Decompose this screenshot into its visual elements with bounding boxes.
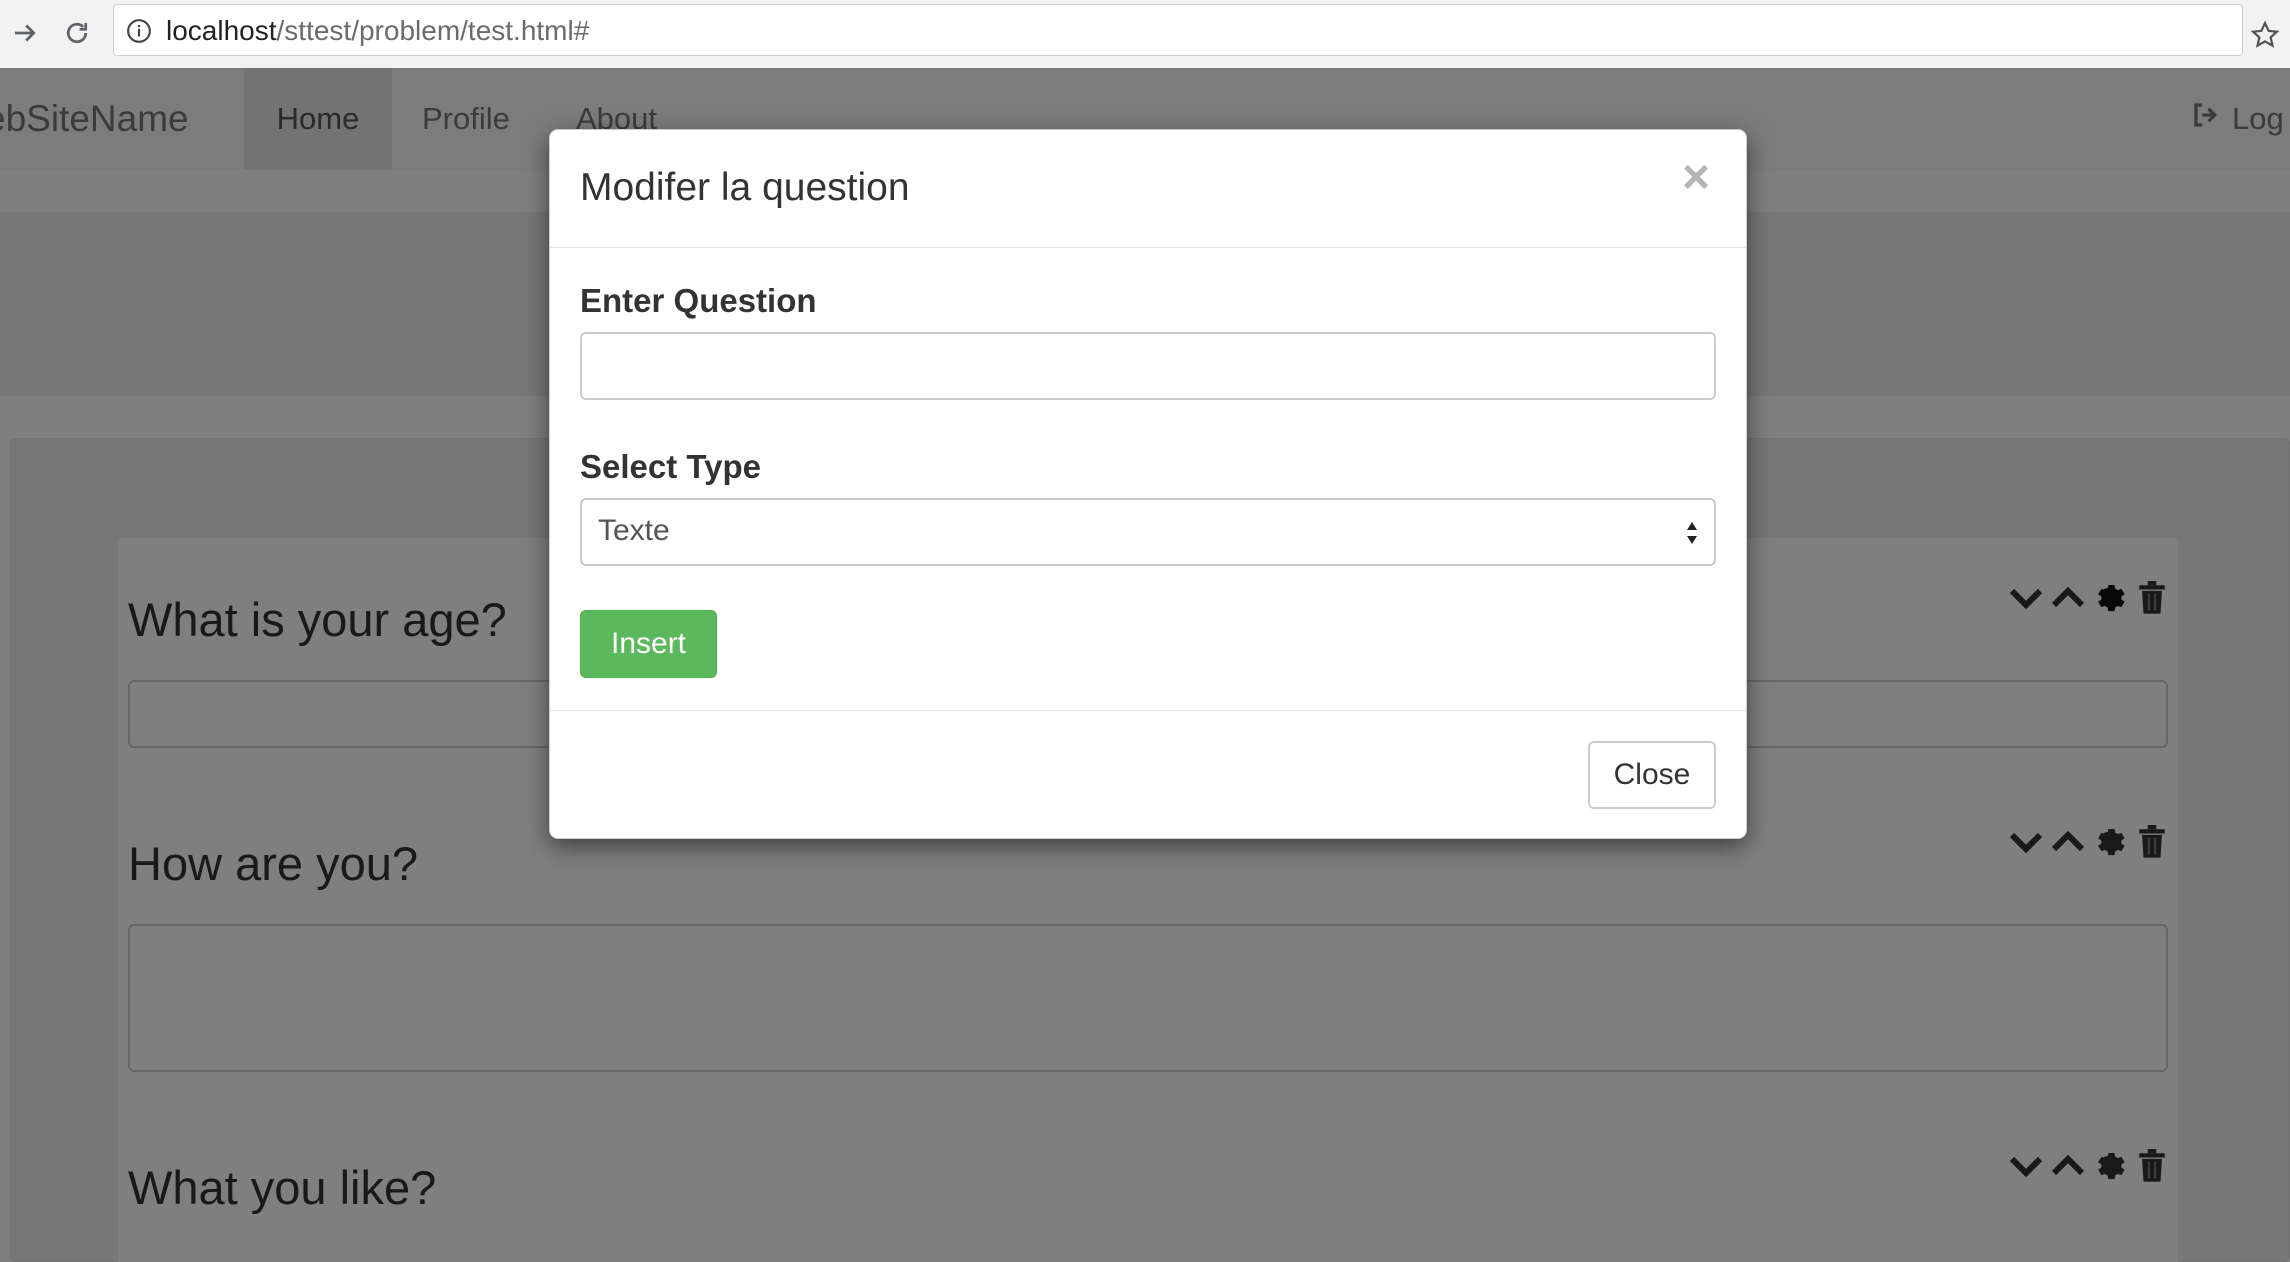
modal-title: Modifer la question: [580, 166, 910, 209]
edit-question-modal: Modifer la question × Enter Question Sel…: [549, 129, 1747, 839]
type-select-value: Texte: [598, 514, 670, 547]
address-bar[interactable]: localhost/sttest/problem/test.html#: [113, 4, 2243, 56]
browser-toolbar: localhost/sttest/problem/test.html#: [0, 0, 2290, 69]
bookmark-star-icon[interactable]: [2240, 10, 2290, 60]
insert-button[interactable]: Insert: [580, 610, 717, 678]
modal-footer: Close: [550, 710, 1746, 838]
type-field-label: Select Type: [580, 448, 761, 485]
question-field-label: Enter Question: [580, 282, 817, 319]
select-arrows-icon: [1684, 516, 1700, 555]
close-button[interactable]: Close: [1588, 741, 1716, 809]
close-icon[interactable]: ×: [1682, 154, 1710, 202]
url-text: localhost/sttest/problem/test.html#: [166, 15, 589, 47]
type-select[interactable]: Texte: [580, 498, 1716, 566]
url-host: localhost: [166, 15, 277, 46]
question-input[interactable]: [580, 332, 1716, 400]
modal-header: Modifer la question ×: [550, 130, 1746, 248]
info-icon[interactable]: [126, 18, 152, 49]
reload-icon[interactable]: [52, 8, 102, 58]
forward-icon[interactable]: [0, 8, 50, 58]
url-path: /sttest/problem/test.html#: [276, 15, 590, 46]
